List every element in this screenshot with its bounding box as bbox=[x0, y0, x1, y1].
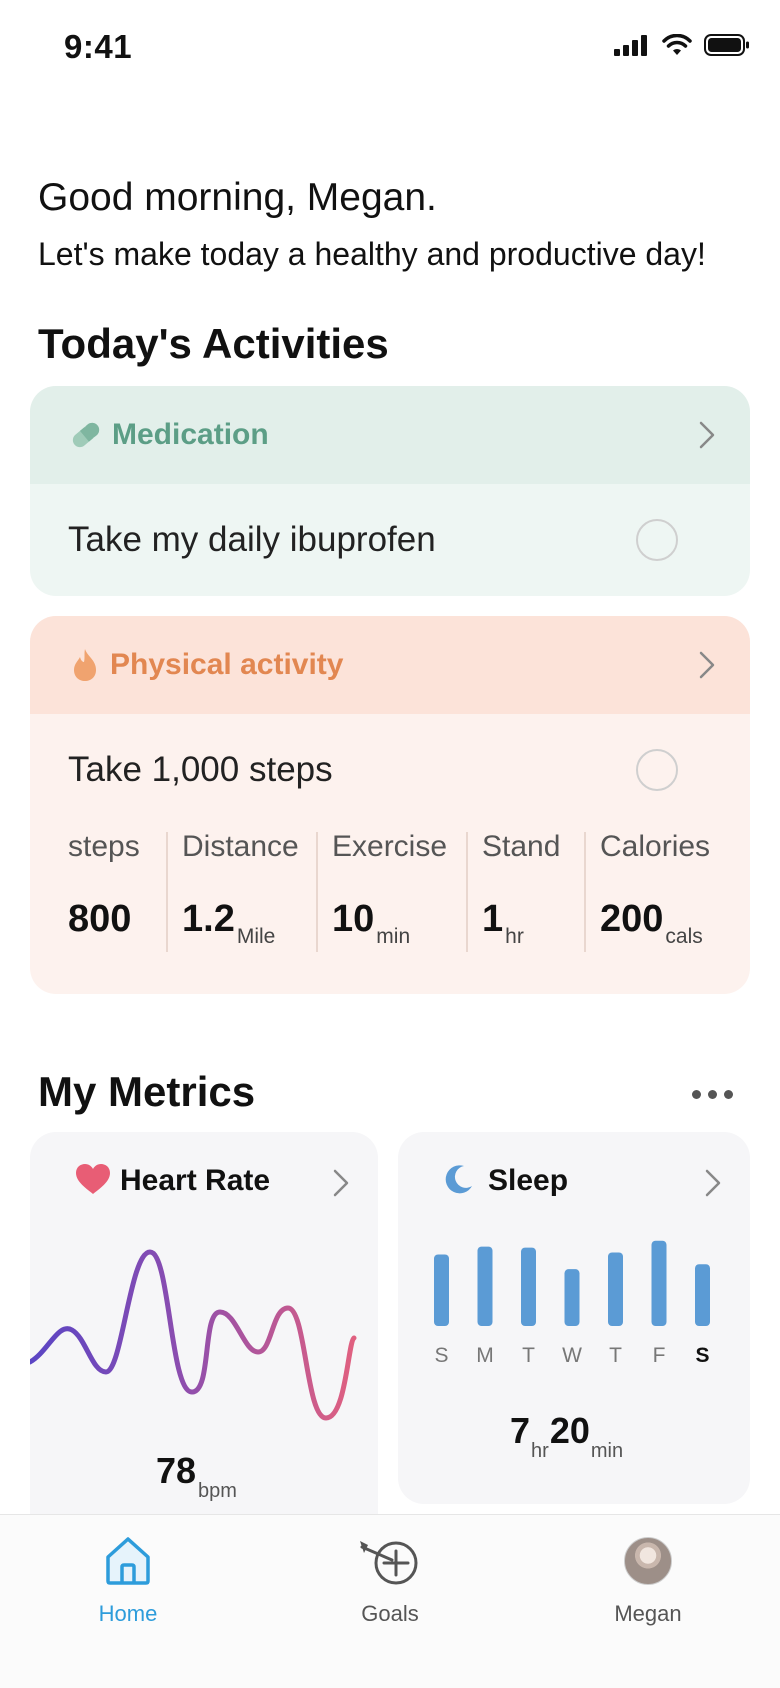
sleep-bar bbox=[651, 1240, 667, 1326]
status-icons bbox=[614, 34, 750, 56]
more-options-button[interactable] bbox=[692, 1084, 740, 1104]
stat-number: 10 bbox=[332, 898, 375, 940]
physical-activity-task-checkbox[interactable] bbox=[636, 749, 678, 791]
sleep-bar bbox=[695, 1264, 710, 1326]
medication-task-checkbox[interactable] bbox=[636, 519, 678, 561]
wifi-icon bbox=[662, 34, 692, 55]
stat-value: 200cals bbox=[600, 898, 703, 949]
stat-unit: Mile bbox=[236, 925, 276, 948]
sleep-hours-unit: hr bbox=[531, 1440, 549, 1462]
tab-bar: Home Goals Megan bbox=[0, 1514, 780, 1688]
sleep-bar bbox=[521, 1247, 536, 1326]
medication-task-label: Take my daily ibuprofen bbox=[68, 520, 436, 559]
stat-unit: hr bbox=[505, 925, 524, 948]
medication-card: Medication Take my daily ibuprofen bbox=[30, 386, 750, 596]
status-bar: 9:41 bbox=[0, 0, 780, 100]
more-dot bbox=[692, 1089, 701, 1099]
sleep-bar bbox=[434, 1254, 449, 1326]
target-icon bbox=[360, 1541, 418, 1585]
sleep-bar-chart: SMTWTFS bbox=[434, 1240, 710, 1367]
chevron-right-icon[interactable] bbox=[698, 420, 716, 450]
stat-divider bbox=[316, 832, 318, 952]
chevron-right-icon[interactable] bbox=[704, 1168, 722, 1198]
tab-label: Home bbox=[98, 1601, 158, 1626]
stat-unit: min bbox=[376, 925, 411, 948]
tab-goals[interactable]: Goals bbox=[310, 1533, 470, 1643]
avatar bbox=[624, 1537, 672, 1585]
stat-value: 1hr bbox=[482, 898, 524, 949]
tab-home[interactable]: Home bbox=[48, 1533, 208, 1643]
heart-rate-number: 78 bbox=[156, 1450, 197, 1491]
sleep-bar bbox=[477, 1246, 493, 1326]
stat-divider bbox=[466, 832, 468, 952]
stat-divider bbox=[584, 832, 586, 952]
stat-number: 1 bbox=[482, 898, 504, 940]
heart-rate-title: Heart Rate bbox=[120, 1164, 271, 1197]
heart-icon bbox=[76, 1164, 110, 1194]
stat-label: steps bbox=[68, 830, 140, 863]
activity-stats: steps 800 Distance 1.2Mile Exercise 10mi… bbox=[30, 824, 750, 964]
stat-divider bbox=[166, 832, 168, 952]
physical-activity-card: Physical activity Take 1,000 steps steps… bbox=[30, 616, 750, 994]
stat-number: 200 bbox=[600, 898, 664, 940]
stat-number: 1.2 bbox=[182, 898, 235, 940]
chevron-right-icon[interactable] bbox=[698, 650, 716, 680]
stat-label: Distance bbox=[182, 830, 299, 863]
moon-icon bbox=[445, 1165, 472, 1194]
status-time: 9:41 bbox=[64, 28, 133, 65]
sleep-card[interactable]: Sleep S M T W T F S 7hr20min bbox=[398, 1132, 750, 1504]
tab-label: Megan bbox=[614, 1601, 682, 1626]
sleep-day-label: S bbox=[695, 1344, 709, 1367]
tab-label: Goals bbox=[361, 1601, 419, 1626]
physical-activity-card-header[interactable]: Physical activity bbox=[30, 616, 750, 714]
sleep-value: 7hr20min bbox=[510, 1410, 624, 1463]
sleep-bar bbox=[608, 1252, 623, 1326]
sleep-hours-number: 7 bbox=[510, 1410, 531, 1451]
sleep-title: Sleep bbox=[488, 1164, 569, 1197]
greeting-subtitle: Let's make today a healthy and productiv… bbox=[38, 236, 706, 272]
flame-icon bbox=[74, 649, 96, 681]
sleep-day-label: W bbox=[562, 1344, 582, 1367]
signal-icon bbox=[614, 35, 647, 56]
sleep-minutes-unit: min bbox=[590, 1440, 624, 1462]
physical-activity-task-label: Take 1,000 steps bbox=[68, 750, 333, 789]
heart-rate-unit: bpm bbox=[198, 1480, 237, 1502]
metrics-section-title: My Metrics bbox=[38, 1068, 256, 1115]
app-screen: 9:41 Good morning, Megan. Let's make tod… bbox=[0, 0, 780, 1688]
medication-task-row: Take my daily ibuprofen bbox=[30, 484, 750, 596]
stat-unit: cals bbox=[665, 925, 703, 948]
stat-label: Calories bbox=[600, 830, 711, 863]
physical-activity-task-row: Take 1,000 steps bbox=[30, 714, 750, 826]
sleep-day-label: F bbox=[653, 1344, 666, 1367]
heart-rate-card[interactable]: Heart Rate 78 bpm bbox=[30, 1132, 378, 1552]
greeting-title: Good morning, Megan. bbox=[38, 176, 437, 219]
more-dot bbox=[708, 1089, 717, 1099]
medication-category-label: Medication bbox=[112, 418, 269, 451]
sleep-day-label: M bbox=[476, 1344, 494, 1367]
stat-number: 800 bbox=[68, 898, 132, 940]
more-dot bbox=[724, 1089, 733, 1099]
activities-section-title: Today's Activities bbox=[38, 320, 389, 367]
home-icon bbox=[106, 1537, 150, 1585]
stat-label: Stand bbox=[482, 830, 561, 863]
sleep-day-label: S bbox=[434, 1344, 448, 1367]
heart-rate-value: 78 bpm bbox=[156, 1450, 237, 1503]
physical-activity-category-label: Physical activity bbox=[110, 648, 344, 681]
stat-value: 10min bbox=[332, 898, 410, 949]
stat-value: 800 bbox=[68, 898, 133, 949]
sleep-bar bbox=[564, 1269, 580, 1326]
stat-value: 1.2Mile bbox=[182, 898, 275, 949]
pill-icon bbox=[72, 422, 100, 448]
sleep-day-label: T bbox=[522, 1344, 535, 1367]
tab-profile[interactable]: Megan bbox=[568, 1533, 728, 1643]
medication-card-header[interactable]: Medication bbox=[30, 386, 750, 484]
sleep-day-label: T bbox=[609, 1344, 622, 1367]
battery-icon bbox=[704, 34, 749, 56]
sleep-minutes-number: 20 bbox=[549, 1410, 590, 1451]
chevron-right-icon[interactable] bbox=[332, 1168, 350, 1198]
heart-rate-waveform bbox=[30, 1249, 357, 1421]
stat-label: Exercise bbox=[332, 830, 448, 863]
